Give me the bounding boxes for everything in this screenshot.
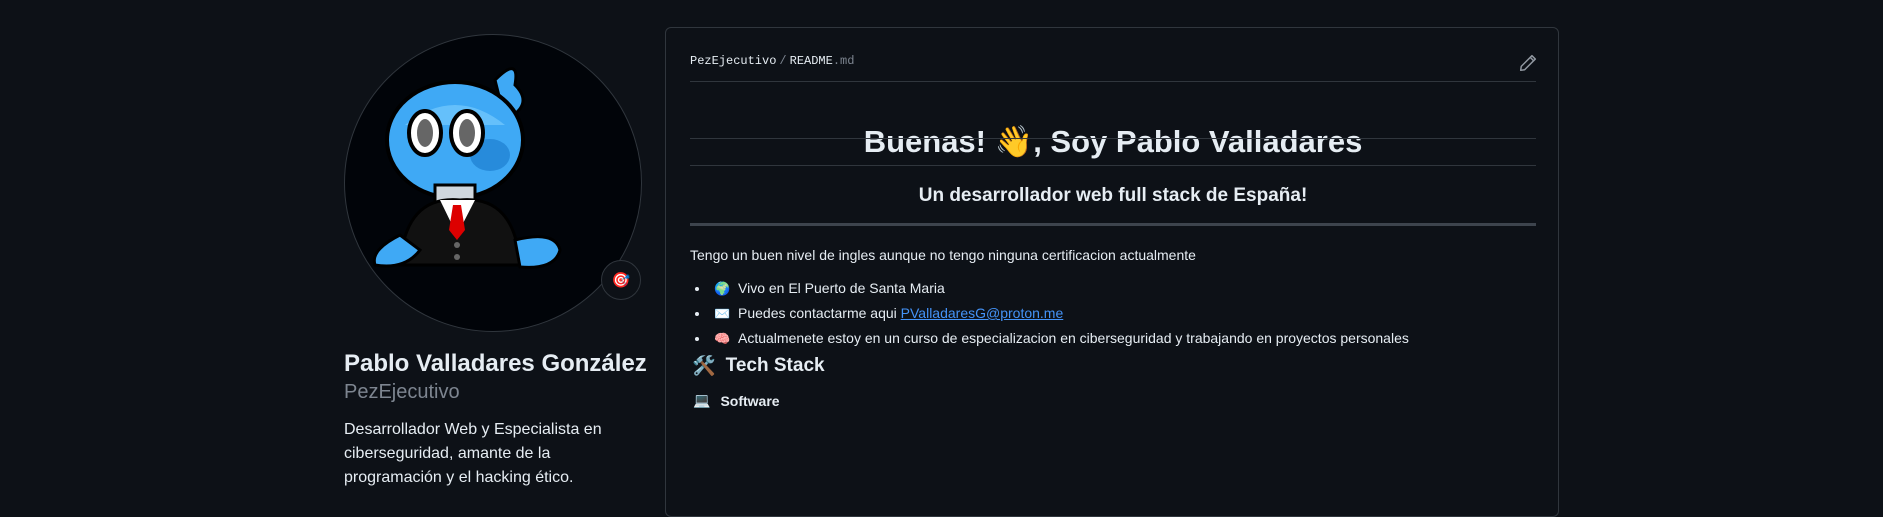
profile-bio: Desarrollador Web y Especialista en cibe… (344, 421, 602, 486)
readme-file-extension: .md (832, 54, 855, 68)
readme-breadcrumb: PezEjecutivo / README.md (690, 54, 854, 68)
laptop-icon: 💻 (693, 392, 711, 408)
target-icon: 🎯 (611, 272, 631, 289)
readme-owner-link[interactable]: PezEjecutivo (690, 54, 776, 68)
avatar-container: 🎯 (344, 34, 642, 332)
email-link[interactable]: PValladaresG@proton.me (901, 305, 1064, 321)
status-badge[interactable]: 🎯 (601, 260, 641, 300)
list-item: 🧠 Actualmenete estoy en un curso de espec… (710, 328, 1409, 349)
fish-mascot-image (372, 67, 562, 269)
software-label: Software (720, 392, 780, 409)
divider (690, 81, 1536, 82)
list-item-text: Vivo en El Puerto de Santa Maria (738, 280, 945, 296)
divider (690, 138, 1536, 139)
globe-icon: 🌍 (714, 281, 731, 296)
readme-title: Buenas! 👋, Soy Pablo Valladares (863, 124, 1363, 159)
tools-icon: 🛠️ (692, 356, 716, 377)
readme-card: PezEjecutivo / README.md Buenas! 👋, Soy Pa… (665, 27, 1559, 517)
avatar[interactable] (344, 34, 642, 332)
brain-icon: 🧠 (714, 331, 731, 346)
readme-intro: Tengo un buen nivel de ingles aunque no … (690, 247, 1196, 263)
profile-name: Pablo Valladares González (344, 350, 647, 377)
divider (690, 165, 1536, 166)
list-item-text: Actualmenete estoy en un curso de especi… (738, 330, 1409, 346)
divider (690, 223, 1536, 226)
envelope-icon: ✉️ (714, 306, 731, 321)
list-item: 🌍 Vivo en El Puerto de Santa Maria (710, 278, 1409, 299)
readme-list: 🌍 Vivo en El Puerto de Santa Maria ✉️ Pued… (690, 278, 1409, 353)
tech-stack-heading: 🛠️ Tech Stack (692, 354, 825, 378)
list-item: ✉️ Puedes contactarme aqui PValladaresG@p… (710, 303, 1409, 324)
readme-subtitle: Un desarrollador web full stack de Españ… (918, 185, 1308, 206)
software-heading: 💻 Software (693, 392, 780, 409)
profile-username: PezEjecutivo (344, 381, 460, 403)
list-item-text: Puedes contactarme aqui (738, 305, 901, 321)
pencil-icon[interactable] (1519, 54, 1537, 72)
tech-stack-label: Tech Stack (725, 355, 825, 376)
readme-file-link[interactable]: README (790, 54, 833, 68)
breadcrumb-separator: / (779, 54, 787, 68)
